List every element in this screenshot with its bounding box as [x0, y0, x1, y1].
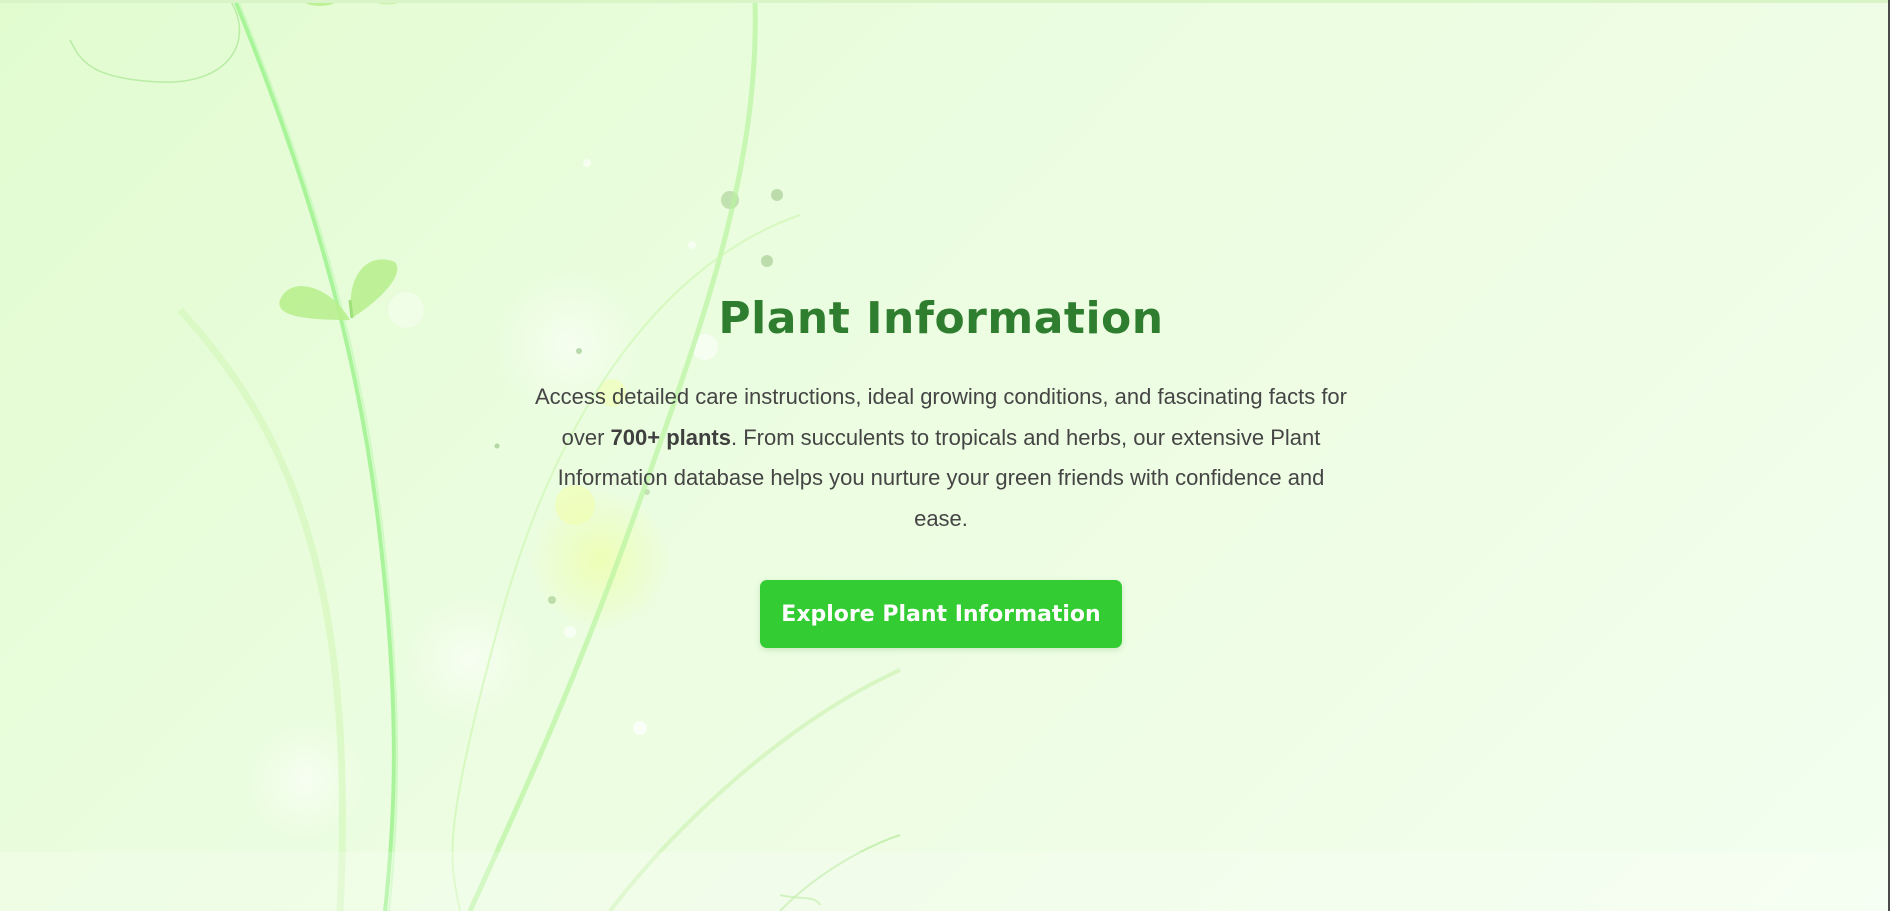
- page-title: Plant Information: [718, 293, 1164, 344]
- hero-section: Plant Information Access detailed care i…: [525, 285, 1357, 648]
- footer-band: [0, 852, 1888, 911]
- plant-count-highlight: 700+ plants: [610, 424, 731, 450]
- hero-description: Access detailed care instructions, ideal…: [531, 377, 1351, 539]
- explore-plant-information-button[interactable]: Explore Plant Information: [760, 580, 1122, 648]
- top-border: [0, 0, 1890, 3]
